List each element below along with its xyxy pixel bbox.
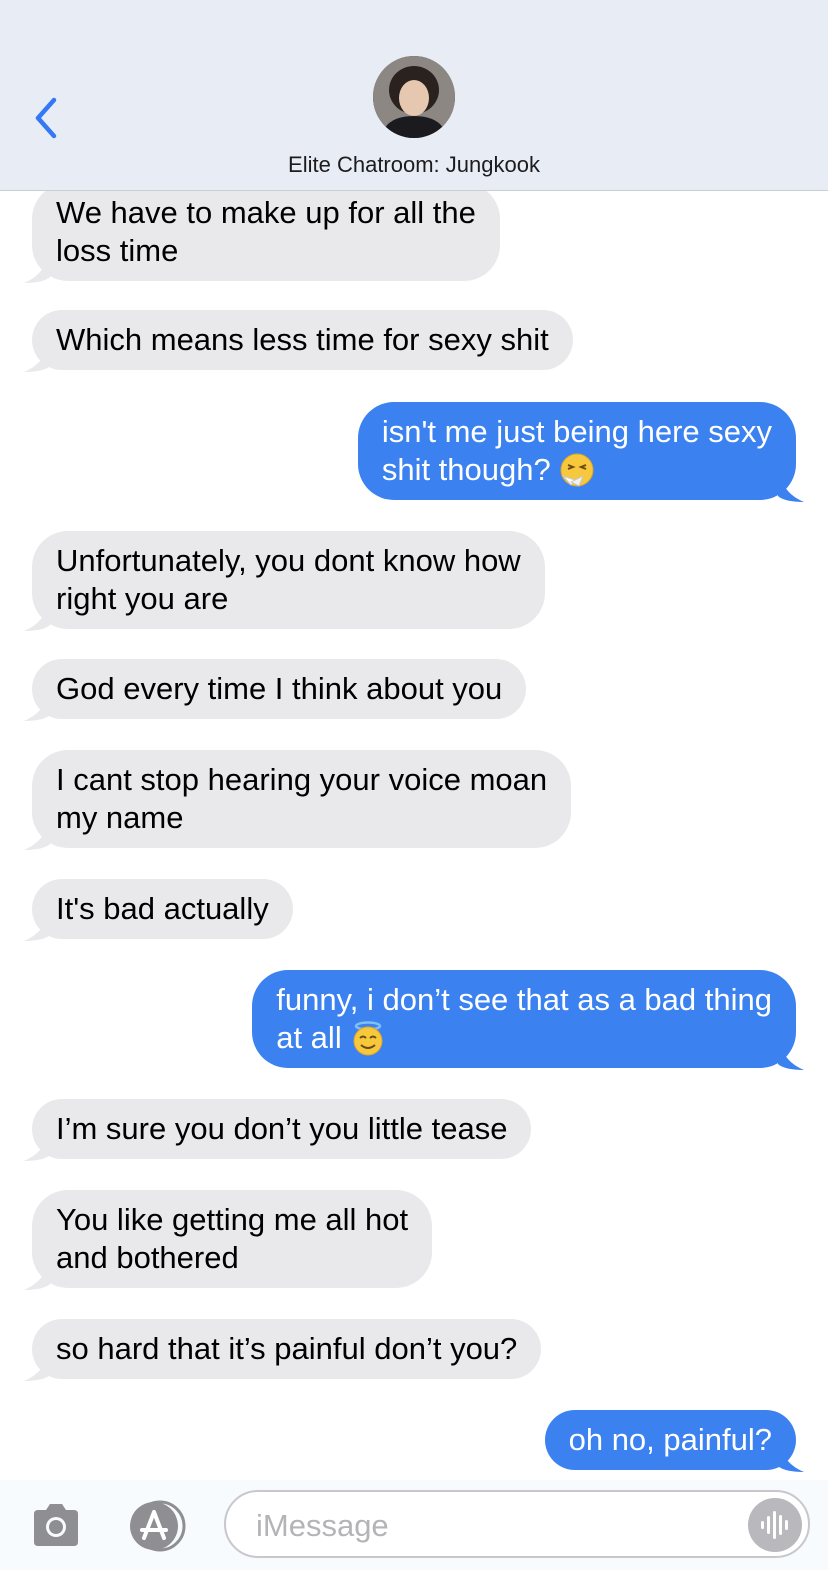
camera-icon [34,1504,78,1546]
back-button[interactable] [28,96,68,140]
bubble-tail [778,474,804,502]
app-store-icon [130,1500,186,1552]
message-bubble-received[interactable]: We have to make up for all the loss time [24,183,500,283]
contact-name[interactable]: Elite Chatroom: Jungkook [0,152,828,178]
message-line: funny, i don’t see that as a bad thing [276,982,772,1017]
chevron-left-icon [35,97,57,139]
smiling-face-with-halo-emoji [353,1021,383,1056]
message-bubble-sent[interactable]: oh no, painful? [544,1410,804,1472]
sneezing-face-emoji [560,453,594,487]
message-bubble-received[interactable]: You like getting me all hot and bothered [24,1190,433,1290]
bubble-tail [24,693,50,721]
bubble-tail [778,1444,804,1472]
message-bubble-received[interactable]: Which means less time for sexy shit [24,310,573,372]
audio-message-button[interactable] [748,1498,802,1552]
bubble-tail [24,1133,50,1161]
message-line: We have to make up for all the [56,195,476,230]
message-line: and bothered [56,1240,239,1275]
bubble-tail [24,603,50,631]
message-input-placeholder: iMessage [256,1508,389,1543]
message-line: isn't me just being here sexy [381,414,772,449]
bubble-tail [24,344,50,372]
message-bubble-received[interactable]: so hard that it’s painful don’t you? [24,1319,542,1381]
message-bubble-received[interactable]: I’m sure you don’t you little tease [24,1099,532,1161]
message-line: shit though? [381,452,551,487]
bubble-tail [24,822,50,850]
message-line: It's bad actually [56,891,269,926]
bubble-tail [24,913,50,941]
audio-waveform-icon [748,1498,802,1552]
message-line: right you are [56,581,229,616]
message-line: my name [56,800,184,835]
contact-avatar[interactable] [373,56,455,138]
message-line: I’m sure you don’t you little tease [56,1111,508,1146]
message-line: oh no, painful? [568,1422,772,1457]
message-line: God every time I think about you [56,671,503,706]
bubble-tail [24,255,50,283]
bubble-tail [778,1042,804,1070]
message-bubble-sent[interactable]: isn't me just being here sexy shit thoug… [357,402,804,502]
message-input[interactable]: iMessage [224,1490,810,1558]
message-bubble-sent[interactable]: funny, i don’t see that as a bad thing a… [252,970,804,1070]
message-bubble-received[interactable]: I cant stop hearing your voice moan my n… [24,750,572,850]
bubble-tail [24,1262,50,1290]
message-thread[interactable]: We have to make up for all the loss time… [0,0,828,1480]
message-line: You like getting me all hot [56,1202,409,1237]
message-line: Unfortunately, you dont know how [56,543,521,578]
composer-bar: iMessage [0,1480,828,1570]
conversation-header: Elite Chatroom: Jungkook [0,0,828,191]
message-line: so hard that it’s painful don’t you? [56,1331,518,1366]
message-line: at all [276,1020,342,1055]
camera-button[interactable] [30,1502,82,1548]
message-bubble-received[interactable]: Unfortunately, you dont know how right y… [24,531,545,631]
message-bubble-received[interactable]: God every time I think about you [24,659,527,721]
app-store-button[interactable] [124,1500,192,1552]
message-bubble-received[interactable]: It's bad actually [24,879,293,941]
avatar-image [373,56,455,138]
bubble-tail [24,1353,50,1381]
message-line: loss time [56,233,179,268]
message-line: I cant stop hearing your voice moan [56,762,548,797]
message-line: Which means less time for sexy shit [56,322,549,357]
